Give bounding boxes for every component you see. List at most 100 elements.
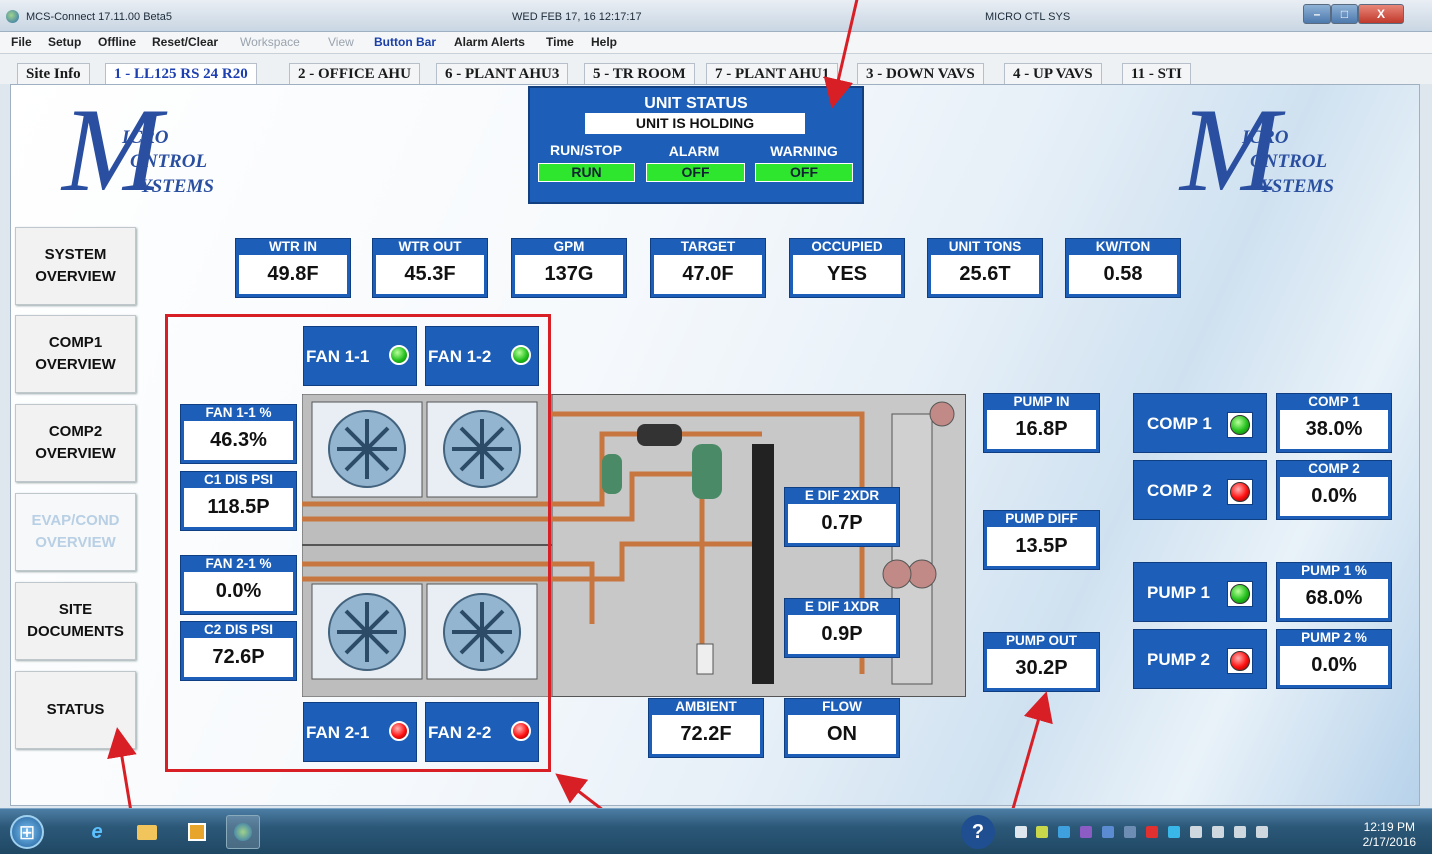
run-stop-label: RUN/STOP: [549, 142, 623, 158]
minimize-button[interactable]: –: [1303, 4, 1331, 24]
mcs-connect-taskbar-icon[interactable]: [226, 815, 260, 849]
shield-icon[interactable]: [1124, 826, 1136, 838]
comp-2-button[interactable]: COMP 2: [1133, 460, 1267, 520]
tab-up-vavs[interactable]: 4 - UP VAVS: [1004, 63, 1102, 85]
status-button[interactable]: STATUS: [15, 671, 136, 749]
comp-1-label: COMP 1: [1147, 414, 1212, 433]
menu-workspace[interactable]: Workspace: [240, 35, 300, 49]
volume-icon[interactable]: [1212, 826, 1224, 838]
comp-2-label: COMP 2: [1147, 481, 1212, 500]
comp-2-status-led-icon: [1230, 482, 1250, 502]
system-name: MICRO CTL SYS: [985, 11, 1071, 23]
tab-down-vavs[interactable]: 3 - DOWN VAVS: [857, 63, 984, 85]
menu-reset-clear[interactable]: Reset/Clear: [152, 35, 218, 49]
comp1-overview-button[interactable]: COMP1 OVERVIEW: [15, 315, 136, 393]
pump-1-label: PUMP 1: [1147, 583, 1210, 602]
fan-1-2-button[interactable]: FAN 1-2: [425, 326, 539, 386]
readout-occupied: OCCUPIED YES: [789, 238, 905, 298]
fan-1-1-label: FAN 1-1: [306, 347, 370, 366]
menu-offline[interactable]: Offline: [98, 35, 136, 49]
evap-cond-overview-button[interactable]: EVAP/COND OVERVIEW: [15, 493, 136, 571]
mcs-logo-right: M ICRO ONTROL YSTEMS: [1180, 83, 1334, 216]
unit-status-panel: UNIT STATUS UNIT IS HOLDING RUN/STOP ALA…: [528, 86, 864, 204]
tab-sti[interactable]: 11 - STI: [1122, 63, 1191, 85]
readout-pump-out: PUMP OUT 30.2P: [983, 632, 1100, 692]
menu-bar: File Setup Offline Reset/Clear Workspace…: [0, 32, 1432, 54]
maximize-button[interactable]: □: [1331, 4, 1358, 24]
fan-2-2-button[interactable]: FAN 2-2: [425, 702, 539, 762]
tray-icon-1[interactable]: [1036, 826, 1048, 838]
alarm-status-value: OFF: [646, 163, 745, 182]
pump-2-button[interactable]: PUMP 2: [1133, 629, 1267, 689]
power-icon[interactable]: [1256, 826, 1268, 838]
tab-bar: Site Info 1 - LL125 RS 24 R20 2 - OFFICE…: [0, 54, 1432, 85]
tab-office-ahu[interactable]: 2 - OFFICE AHU: [289, 63, 420, 85]
readout-wtr-out: WTR OUT 45.3F: [372, 238, 488, 298]
menu-view[interactable]: View: [328, 35, 354, 49]
fan-2-1-button[interactable]: FAN 2-1: [303, 702, 417, 762]
tray-icon-5[interactable]: [1168, 826, 1180, 838]
datetime-display: WED FEB 17, 16 12:17:17: [512, 11, 642, 23]
fan-2-2-status-led-icon: [511, 721, 531, 741]
folder-icon[interactable]: [130, 815, 164, 849]
readout-e-dif-2xdr: E DIF 2XDR 0.7P: [784, 487, 900, 547]
warning-label: WARNING: [770, 143, 838, 159]
browser-icon[interactable]: e: [80, 815, 114, 849]
site-documents-button[interactable]: SITE DOCUMENTS: [15, 582, 136, 660]
readout-pump-1-pct: PUMP 1 % 68.0%: [1276, 562, 1392, 622]
mcs-logo-left: M ICRO ONTROL YSTEMS: [62, 83, 214, 216]
warning-status-value: OFF: [755, 163, 853, 182]
run-status-value: RUN: [538, 163, 635, 182]
start-button-icon[interactable]: ⊞: [10, 815, 44, 849]
system-overview-button[interactable]: SYSTEM OVERVIEW: [15, 227, 136, 305]
network-icon[interactable]: [1234, 826, 1246, 838]
menu-time[interactable]: Time: [546, 35, 574, 49]
menu-setup[interactable]: Setup: [48, 35, 81, 49]
taskbar-clock[interactable]: 12:19 PM 2/17/2016: [1363, 820, 1416, 850]
outlook-icon[interactable]: [180, 815, 214, 849]
readout-pump-in: PUMP IN 16.8P: [983, 393, 1100, 453]
menu-alarm-alerts[interactable]: Alarm Alerts: [454, 35, 525, 49]
tab-ll125[interactable]: 1 - LL125 RS 24 R20: [105, 63, 257, 85]
comp-1-status-led-icon: [1230, 415, 1250, 435]
comp-1-button[interactable]: COMP 1: [1133, 393, 1267, 453]
fan-2-2-label: FAN 2-2: [428, 723, 492, 742]
tab-plant-ahu1[interactable]: 7 - PLANT AHU1: [706, 63, 839, 85]
unit-status-text: UNIT IS HOLDING: [585, 113, 805, 134]
pump-2-status-led-icon: [1230, 651, 1250, 671]
fan-2-1-status-led-icon: [389, 721, 409, 741]
help-icon[interactable]: ?: [961, 815, 995, 849]
app-icon: [6, 10, 19, 23]
fan-1-1-button[interactable]: FAN 1-1: [303, 326, 417, 386]
readout-flow: FLOW ON: [784, 698, 900, 758]
close-button[interactable]: X: [1358, 4, 1404, 24]
fan-1-2-label: FAN 1-2: [428, 347, 492, 366]
app-title: MCS-Connect 17.11.00 Beta5: [26, 11, 172, 23]
readout-pump-2-pct: PUMP 2 % 0.0%: [1276, 629, 1392, 689]
readout-e-dif-1xdr: E DIF 1XDR 0.9P: [784, 598, 900, 658]
tab-plant-ahu3[interactable]: 6 - PLANT AHU3: [436, 63, 569, 85]
flag-icon[interactable]: [1015, 826, 1027, 838]
tray-icon-4[interactable]: [1146, 826, 1158, 838]
pump-1-button[interactable]: PUMP 1: [1133, 562, 1267, 622]
onenote-icon[interactable]: [1080, 826, 1092, 838]
clock-time: 12:19 PM: [1363, 820, 1415, 834]
fan-2-1-label: FAN 2-1: [306, 723, 370, 742]
pump-1-status-led-icon: [1230, 584, 1250, 604]
readout-unit-tons: UNIT TONS 25.6T: [927, 238, 1043, 298]
menu-help[interactable]: Help: [591, 35, 617, 49]
readout-ambient: AMBIENT 72.2F: [648, 698, 764, 758]
pump-2-label: PUMP 2: [1147, 650, 1210, 669]
readout-gpm: GPM 137G: [511, 238, 627, 298]
fan-1-2-status-led-icon: [511, 345, 531, 365]
menu-button-bar[interactable]: Button Bar: [374, 35, 436, 49]
unit-status-title: UNIT STATUS: [644, 95, 748, 112]
tab-tr-room[interactable]: 5 - TR ROOM: [584, 63, 695, 85]
tab-site-info[interactable]: Site Info: [17, 63, 90, 85]
readout-c1-dis-psi: C1 DIS PSI 118.5P: [180, 471, 297, 531]
comp2-overview-button[interactable]: COMP2 OVERVIEW: [15, 404, 136, 482]
tray-icon-6[interactable]: [1190, 826, 1202, 838]
menu-file[interactable]: File: [11, 35, 32, 49]
tray-icon-3[interactable]: [1102, 826, 1114, 838]
tray-icon-2[interactable]: [1058, 826, 1070, 838]
